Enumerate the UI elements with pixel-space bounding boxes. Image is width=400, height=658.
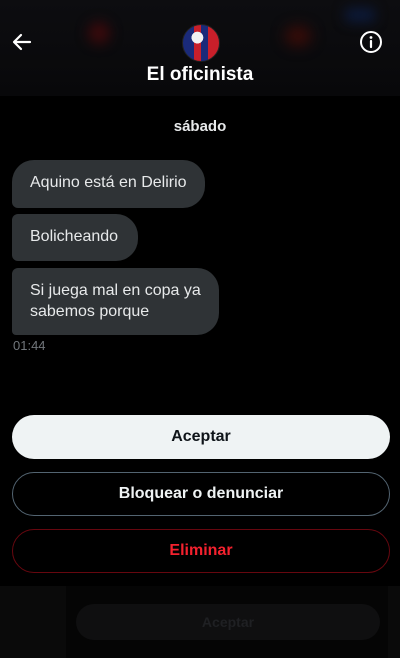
message-bubble[interactable]: Aquino está en Delirio <box>12 160 205 208</box>
delete-button[interactable]: Eliminar <box>12 529 390 573</box>
info-button[interactable] <box>357 28 385 56</box>
arrow-left-icon <box>12 33 32 51</box>
info-circle-icon <box>360 31 382 53</box>
background-blur <box>345 8 375 22</box>
message-timestamp: 01:44 <box>13 338 46 353</box>
block-report-button[interactable]: Bloquear o denunciar <box>12 472 390 516</box>
conversation-header: El oficinista <box>0 0 400 96</box>
date-separator: sábado <box>173 118 227 135</box>
background-accept-button: Aceptar <box>76 604 380 640</box>
message-bubble[interactable]: Si juega mal en copa ya sabemos porque <box>12 268 219 335</box>
background-panel <box>0 586 66 658</box>
background-panel <box>388 586 400 658</box>
avatar[interactable] <box>182 24 220 62</box>
accept-button[interactable]: Aceptar <box>12 415 390 459</box>
page-title: El oficinista <box>146 64 254 85</box>
background-blur <box>88 22 110 44</box>
back-button[interactable] <box>8 28 36 56</box>
background-bottom-strip: Aceptar <box>0 586 400 658</box>
message-bubble[interactable]: Bolicheando <box>12 214 138 261</box>
background-blur <box>285 26 311 46</box>
